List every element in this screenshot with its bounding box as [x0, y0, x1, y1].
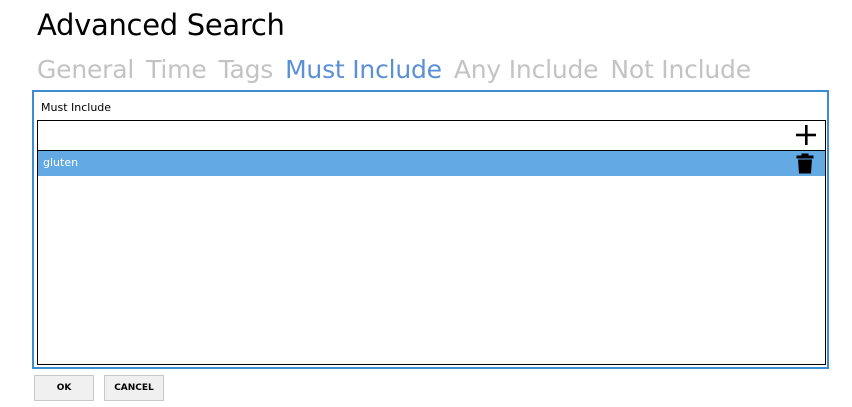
trash-icon — [796, 153, 814, 174]
tab-any-include[interactable]: Any Include — [454, 55, 599, 84]
tab-time[interactable]: Time — [146, 55, 207, 84]
panel-label: Must Include — [41, 101, 112, 114]
must-include-list: gluten — [37, 120, 826, 365]
tab-must-include[interactable]: Must Include — [285, 55, 442, 84]
tab-general[interactable]: General — [37, 55, 134, 84]
must-include-panel: Must Include gluten — [32, 90, 829, 369]
cancel-button[interactable]: CANCEL — [104, 375, 164, 401]
advanced-search-dialog: Advanced Search General Time Tags Must I… — [0, 0, 852, 407]
tab-not-include[interactable]: Not Include — [610, 55, 751, 84]
term-input[interactable] — [38, 121, 778, 149]
page-title: Advanced Search — [37, 8, 285, 42]
delete-term-button[interactable] — [796, 153, 814, 174]
add-term-button[interactable] — [795, 124, 817, 146]
tab-bar: General Time Tags Must Include Any Inclu… — [37, 55, 763, 84]
plus-icon — [796, 125, 816, 145]
term-input-row — [38, 121, 825, 151]
list-item-label: gluten — [43, 156, 79, 169]
list-item[interactable]: gluten — [38, 151, 825, 176]
tab-tags[interactable]: Tags — [219, 55, 274, 84]
ok-button[interactable]: OK — [34, 375, 94, 401]
